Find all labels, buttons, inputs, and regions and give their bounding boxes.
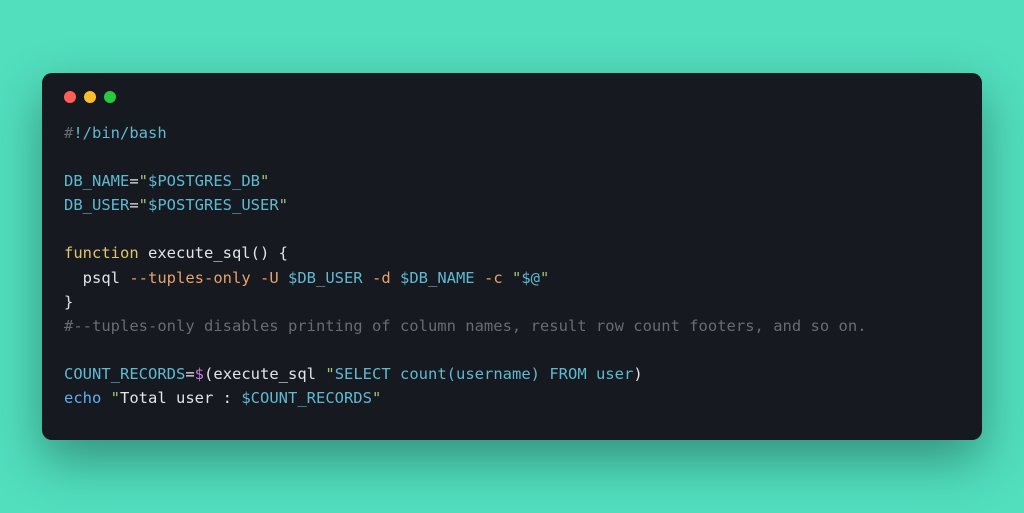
keyword-function: function [64, 244, 139, 262]
quote: " [139, 172, 148, 190]
builtin-echo: echo [64, 389, 101, 407]
var-name: DB_USER [64, 196, 129, 214]
equals: = [185, 365, 194, 383]
command: psql [83, 269, 120, 287]
quote: " [540, 269, 549, 287]
variable: $COUNT_RECORDS [241, 389, 372, 407]
indent [64, 269, 83, 287]
window-controls [64, 91, 960, 103]
brace-close: } [64, 293, 73, 311]
var-value: $POSTGRES_DB [148, 172, 260, 190]
args: $@ [521, 269, 540, 287]
shebang: !/bin/bash [73, 124, 166, 142]
dollar: $ [195, 365, 204, 383]
option: -d [363, 269, 391, 287]
option: --tuples-only [120, 269, 251, 287]
variable: $DB_NAME [391, 269, 475, 287]
rparen: ) [633, 365, 642, 383]
quote: " [372, 389, 381, 407]
comment: #--tuples-only disables printing of colu… [64, 317, 867, 335]
quote: " [139, 196, 148, 214]
option: -c [475, 269, 503, 287]
var-name: COUNT_RECORDS [64, 365, 185, 383]
var-name: DB_NAME [64, 172, 129, 190]
equals: = [129, 172, 138, 190]
terminal-window: #!/bin/bash DB_NAME="$POSTGRES_DB" DB_US… [42, 73, 982, 439]
code-block: #!/bin/bash DB_NAME="$POSTGRES_DB" DB_US… [64, 121, 960, 409]
lparen: ( [204, 365, 213, 383]
equals: = [129, 196, 138, 214]
sql: SELECT count(username) FROM user [335, 365, 634, 383]
function-name: execute_sql [139, 244, 251, 262]
string-text: Total user : [120, 389, 241, 407]
variable: $DB_USER [279, 269, 363, 287]
quote: " [101, 389, 120, 407]
option: -U [251, 269, 279, 287]
minimize-icon[interactable] [84, 91, 96, 103]
call: execute_sql [213, 365, 325, 383]
quote: " [260, 172, 269, 190]
maximize-icon[interactable] [104, 91, 116, 103]
quote: " [279, 196, 288, 214]
shebang-hash: # [64, 124, 73, 142]
quote: " [325, 365, 334, 383]
var-value: $POSTGRES_USER [148, 196, 279, 214]
paren-brace: () { [251, 244, 288, 262]
close-icon[interactable] [64, 91, 76, 103]
quote: " [503, 269, 522, 287]
